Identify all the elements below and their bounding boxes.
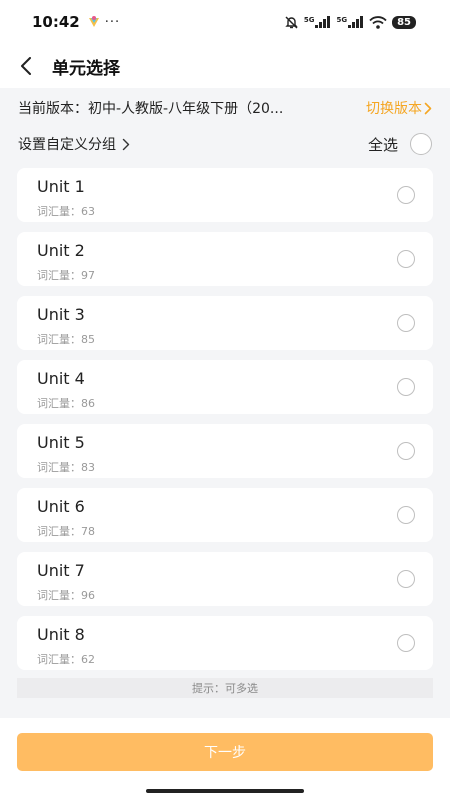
unit-name: Unit 3 bbox=[37, 305, 85, 324]
unit-radio[interactable] bbox=[397, 250, 415, 268]
unit-word-count: 词汇量：96 bbox=[37, 589, 95, 602]
select-all-radio[interactable] bbox=[410, 133, 432, 155]
group-row: 设置自定义分组 全选 bbox=[0, 128, 450, 160]
unit-radio[interactable] bbox=[397, 634, 415, 652]
back-button[interactable] bbox=[4, 44, 48, 88]
signal-5g-icon-2: 5G bbox=[336, 16, 364, 28]
unit-item-6[interactable]: Unit 6 词汇量：78 bbox=[17, 488, 433, 542]
unit-item-4[interactable]: Unit 4 词汇量：86 bbox=[17, 360, 433, 414]
main-content: 当前版本：初中-人教版-八年级下册（20... 切换版本 设置自定义分组 全选 … bbox=[0, 88, 450, 718]
select-all-label: 全选 bbox=[367, 135, 398, 154]
unit-name: Unit 5 bbox=[37, 433, 85, 452]
unit-item-7[interactable]: Unit 7 词汇量：96 bbox=[17, 552, 433, 606]
unit-radio[interactable] bbox=[397, 378, 415, 396]
unit-item-5[interactable]: Unit 5 词汇量：83 bbox=[17, 424, 433, 478]
chevron-right-icon bbox=[424, 102, 432, 114]
unit-word-count: 词汇量：78 bbox=[37, 525, 95, 538]
unit-item-1[interactable]: Unit 1 词汇量：63 bbox=[17, 168, 433, 222]
more-dots-icon: ··· bbox=[104, 14, 121, 30]
unit-radio[interactable] bbox=[397, 506, 415, 524]
status-right-icons: 5G 5G 85 bbox=[284, 15, 416, 30]
wifi-icon bbox=[369, 15, 387, 29]
version-row: 当前版本：初中-人教版-八年级下册（20... 切换版本 bbox=[0, 88, 450, 128]
next-step-button[interactable]: 下一步 bbox=[17, 733, 433, 771]
unit-item-2[interactable]: Unit 2 词汇量：97 bbox=[17, 232, 433, 286]
unit-word-count: 词汇量：86 bbox=[37, 397, 95, 410]
mute-bell-icon bbox=[285, 15, 298, 29]
unit-name: Unit 4 bbox=[37, 369, 85, 388]
unit-word-count: 词汇量：62 bbox=[37, 653, 95, 666]
custom-group-button[interactable]: 设置自定义分组 bbox=[18, 134, 130, 154]
status-bar: 10:42 ··· 5G 5G 85 bbox=[0, 0, 450, 44]
unit-name: Unit 2 bbox=[37, 241, 85, 260]
unit-item-8[interactable]: Unit 8 词汇量：62 bbox=[17, 616, 433, 670]
unit-name: Unit 6 bbox=[37, 497, 85, 516]
switch-version-button[interactable]: 切换版本 bbox=[366, 98, 432, 118]
unit-radio[interactable] bbox=[397, 314, 415, 332]
header: 单元选择 bbox=[0, 44, 450, 88]
unit-radio[interactable] bbox=[397, 442, 415, 460]
select-all-toggle[interactable]: 全选 bbox=[368, 133, 432, 155]
footer: 下一步 bbox=[0, 718, 450, 800]
chevron-right-icon bbox=[122, 138, 130, 150]
chevron-left-icon bbox=[21, 57, 31, 75]
home-indicator bbox=[146, 789, 304, 793]
switch-version-label: 切换版本 bbox=[366, 101, 422, 117]
unit-word-count: 词汇量：97 bbox=[37, 269, 95, 282]
battery-indicator: 85 bbox=[392, 15, 416, 29]
unit-item-3[interactable]: Unit 3 词汇量：85 bbox=[17, 296, 433, 350]
unit-name: Unit 8 bbox=[37, 625, 85, 644]
unit-word-count: 词汇量：85 bbox=[37, 333, 95, 346]
app-notification-icon bbox=[88, 16, 99, 27]
signal-5g-icon-1: 5G bbox=[304, 16, 332, 28]
custom-group-label: 设置自定义分组 bbox=[18, 137, 116, 153]
unit-word-count: 词汇量：63 bbox=[37, 205, 95, 218]
unit-radio[interactable] bbox=[397, 570, 415, 588]
status-time: 10:42 bbox=[32, 13, 80, 31]
unit-word-count: 词汇量：83 bbox=[37, 461, 95, 474]
unit-name: Unit 7 bbox=[37, 561, 85, 580]
status-left-icons: ··· bbox=[87, 15, 120, 30]
current-version-text: 当前版本：初中-人教版-八年级下册（20... bbox=[18, 101, 284, 117]
page-title: 单元选择 bbox=[52, 58, 120, 79]
multi-select-hint: 提示：可多选 bbox=[17, 678, 433, 698]
unit-name: Unit 1 bbox=[37, 177, 85, 196]
unit-radio[interactable] bbox=[397, 186, 415, 204]
